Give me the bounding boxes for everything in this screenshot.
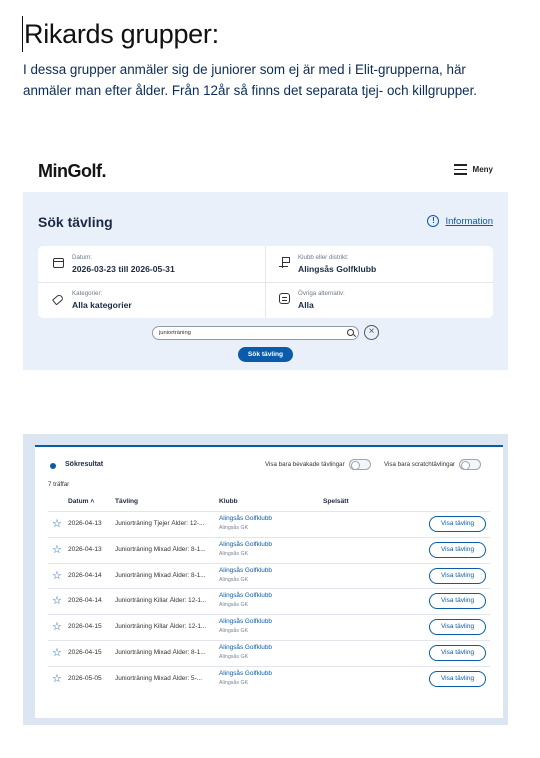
- show-competition-button[interactable]: Visa tävling: [429, 619, 486, 636]
- star-icon[interactable]: ☆: [52, 518, 62, 530]
- table-row: ☆ 2026-04-15 Juniorträning Killar Ålder: 1…: [48, 614, 490, 640]
- date-value: 2026-03-23 till 2026-05-31: [72, 264, 175, 274]
- row-club-link[interactable]: Alingsås Golfklubb: [219, 515, 272, 522]
- row-date: 2026-04-14: [68, 571, 102, 579]
- search-input[interactable]: juniorträning: [152, 326, 359, 340]
- calendar-icon: [53, 258, 64, 268]
- search-screenshot: MinGolf. Meny Sök tävling ! Information …: [23, 150, 508, 370]
- table-row: ☆ 2026-04-14 Juniorträning Mixad Ålder: 8-…: [48, 562, 490, 589]
- info-icon: !: [427, 215, 440, 227]
- table-row: ☆ 2026-05-05 Juniorträning Mixad Ålder: 5-…: [48, 665, 490, 692]
- filter-card: Datum: 2026-03-23 till 2026-05-31 Klubb …: [38, 246, 493, 318]
- row-competition: Juniorträning Tjejer Ålder: 12-...: [115, 520, 205, 527]
- row-date: 2026-04-14: [68, 597, 102, 605]
- row-club-link[interactable]: Alingsås Golfklubb: [219, 670, 272, 677]
- date-label: Datum:: [72, 254, 92, 261]
- row-district: Alingsås GK: [219, 525, 249, 531]
- row-competition: Juniorträning Mixad Ålder: 8-1...: [115, 649, 206, 656]
- row-district: Alingsås GK: [219, 550, 249, 557]
- other-options-value: Alla: [298, 300, 314, 310]
- menu-button[interactable]: Meny: [453, 164, 493, 175]
- star-icon[interactable]: ☆: [52, 570, 62, 582]
- row-district: Alingsås GK: [219, 576, 249, 583]
- row-district: Alingsås GK: [219, 679, 249, 686]
- row-competition: Juniorträning Mixad Ålder: 5-...: [115, 674, 203, 682]
- star-icon[interactable]: ☆: [52, 647, 62, 659]
- clear-search-icon[interactable]: ×: [364, 325, 379, 340]
- table-row: ☆ 2026-04-13 Juniorträning Mixad Ålder: 8-…: [48, 536, 490, 563]
- search-button[interactable]: Sök tävling: [238, 347, 293, 362]
- show-competition-button[interactable]: Visa tävling: [429, 670, 486, 687]
- date-filter[interactable]: Datum: 2026-03-23 till 2026-05-31: [53, 246, 263, 282]
- other-options-filter[interactable]: Övriga alternativ: Alla: [279, 282, 489, 318]
- row-date: 2026-04-15: [68, 623, 102, 631]
- table-row: ☆ 2026-04-13 Juniorträning Tjejer Ålder: 1…: [48, 511, 490, 537]
- row-district: Alingsås GK: [219, 602, 249, 609]
- document-paragraph: I dessa grupper anmäler sig de juniorer …: [23, 62, 478, 98]
- search-input-value: juniorträning: [159, 330, 191, 336]
- row-competition: Juniorträning Killar Ålder: 12-1...: [115, 597, 207, 605]
- options-icon: [279, 293, 290, 304]
- table-row: ☆ 2026-04-14 Juniorträning Killar Ålder: 1…: [48, 588, 490, 614]
- golf-flag-icon: [279, 257, 290, 268]
- show-competition-button[interactable]: Visa tävling: [429, 567, 486, 584]
- row-district: Alingsås GK: [219, 628, 249, 635]
- row-club-link[interactable]: Alingsås Golfklubb: [219, 644, 272, 651]
- show-competition-button[interactable]: Visa tävling: [429, 593, 486, 610]
- page-title: Sök tävling: [38, 214, 113, 230]
- information-link[interactable]: ! Information: [427, 215, 493, 227]
- scratch-toggle[interactable]: Visa bara scratchtävlingar: [384, 459, 482, 470]
- category-label: Kategorier:: [72, 290, 103, 297]
- toggle-switch[interactable]: [348, 459, 371, 470]
- star-icon[interactable]: ☆: [52, 673, 62, 685]
- tag-icon: [51, 293, 65, 306]
- column-header-format[interactable]: Spelsätt: [323, 498, 349, 505]
- results-card: Sökresultat Visa bara bevakade tävlingar…: [35, 445, 503, 718]
- club-label: Klubb eller distrikt:: [298, 254, 349, 261]
- scratch-toggle-label: Visa bara scratchtävlingar: [384, 461, 456, 468]
- search-icon[interactable]: [347, 329, 354, 336]
- star-icon[interactable]: ☆: [52, 595, 62, 607]
- row-district: Alingsås GK: [219, 654, 249, 660]
- row-date: 2026-04-15: [68, 649, 102, 656]
- menu-label: Meny: [472, 165, 493, 174]
- row-date: 2026-05-05: [68, 674, 102, 682]
- watched-toggle-label: Visa bara bevakade tävlingar: [265, 461, 345, 468]
- club-filter[interactable]: Klubb eller distrikt: Alingsås Golfklubb: [279, 246, 489, 282]
- results-screenshot: Sökresultat Visa bara bevakade tävlingar…: [23, 434, 508, 725]
- results-title: Sökresultat: [65, 461, 104, 468]
- row-club-link[interactable]: Alingsås Golfklubb: [219, 541, 272, 548]
- column-header-date[interactable]: Datum ˄: [68, 498, 94, 505]
- top-bar: MinGolf. Meny: [23, 150, 508, 192]
- row-date: 2026-04-13: [68, 520, 102, 527]
- hit-count: 7 träffar: [48, 481, 70, 488]
- search-panel: Sök tävling ! Information Datum: 2026-03…: [23, 192, 508, 370]
- category-value: Alla kategorier: [72, 300, 132, 310]
- show-competition-button[interactable]: Visa tävling: [429, 645, 486, 661]
- results-dot-icon: [50, 463, 56, 469]
- column-header-club[interactable]: Klubb: [219, 498, 238, 505]
- star-icon[interactable]: ☆: [52, 621, 62, 633]
- other-options-label: Övriga alternativ:: [298, 290, 345, 297]
- show-competition-button[interactable]: Visa tävling: [429, 541, 486, 558]
- row-competition: Juniorträning Mixad Ålder: 8-1...: [115, 545, 206, 553]
- toggle-switch[interactable]: [459, 459, 482, 470]
- document-title: Rikards grupper:: [22, 16, 219, 52]
- row-competition: Juniorträning Killar Ålder: 12-1...: [115, 623, 207, 631]
- hamburger-icon: [453, 164, 467, 175]
- mingolf-logo[interactable]: MinGolf.: [38, 161, 106, 182]
- row-competition: Juniorträning Mixad Ålder: 8-1...: [115, 571, 206, 579]
- category-filter[interactable]: Kategorier: Alla kategorier: [51, 282, 263, 318]
- information-label: Information: [445, 215, 493, 227]
- table-row: ☆ 2026-04-15 Juniorträning Mixad Ålder: 8-…: [48, 640, 490, 666]
- club-value: Alingsås Golfklubb: [298, 264, 377, 274]
- row-club-link[interactable]: Alingsås Golfklubb: [219, 592, 272, 599]
- watched-toggle[interactable]: Visa bara bevakade tävlingar: [265, 459, 371, 470]
- row-date: 2026-04-13: [68, 545, 102, 553]
- star-icon[interactable]: ☆: [52, 544, 62, 556]
- row-club-link[interactable]: Alingsås Golfklubb: [219, 618, 272, 625]
- show-competition-button[interactable]: Visa tävling: [429, 516, 486, 532]
- row-club-link[interactable]: Alingsås Golfklubb: [219, 567, 272, 574]
- column-header-competition[interactable]: Tävling: [115, 498, 138, 505]
